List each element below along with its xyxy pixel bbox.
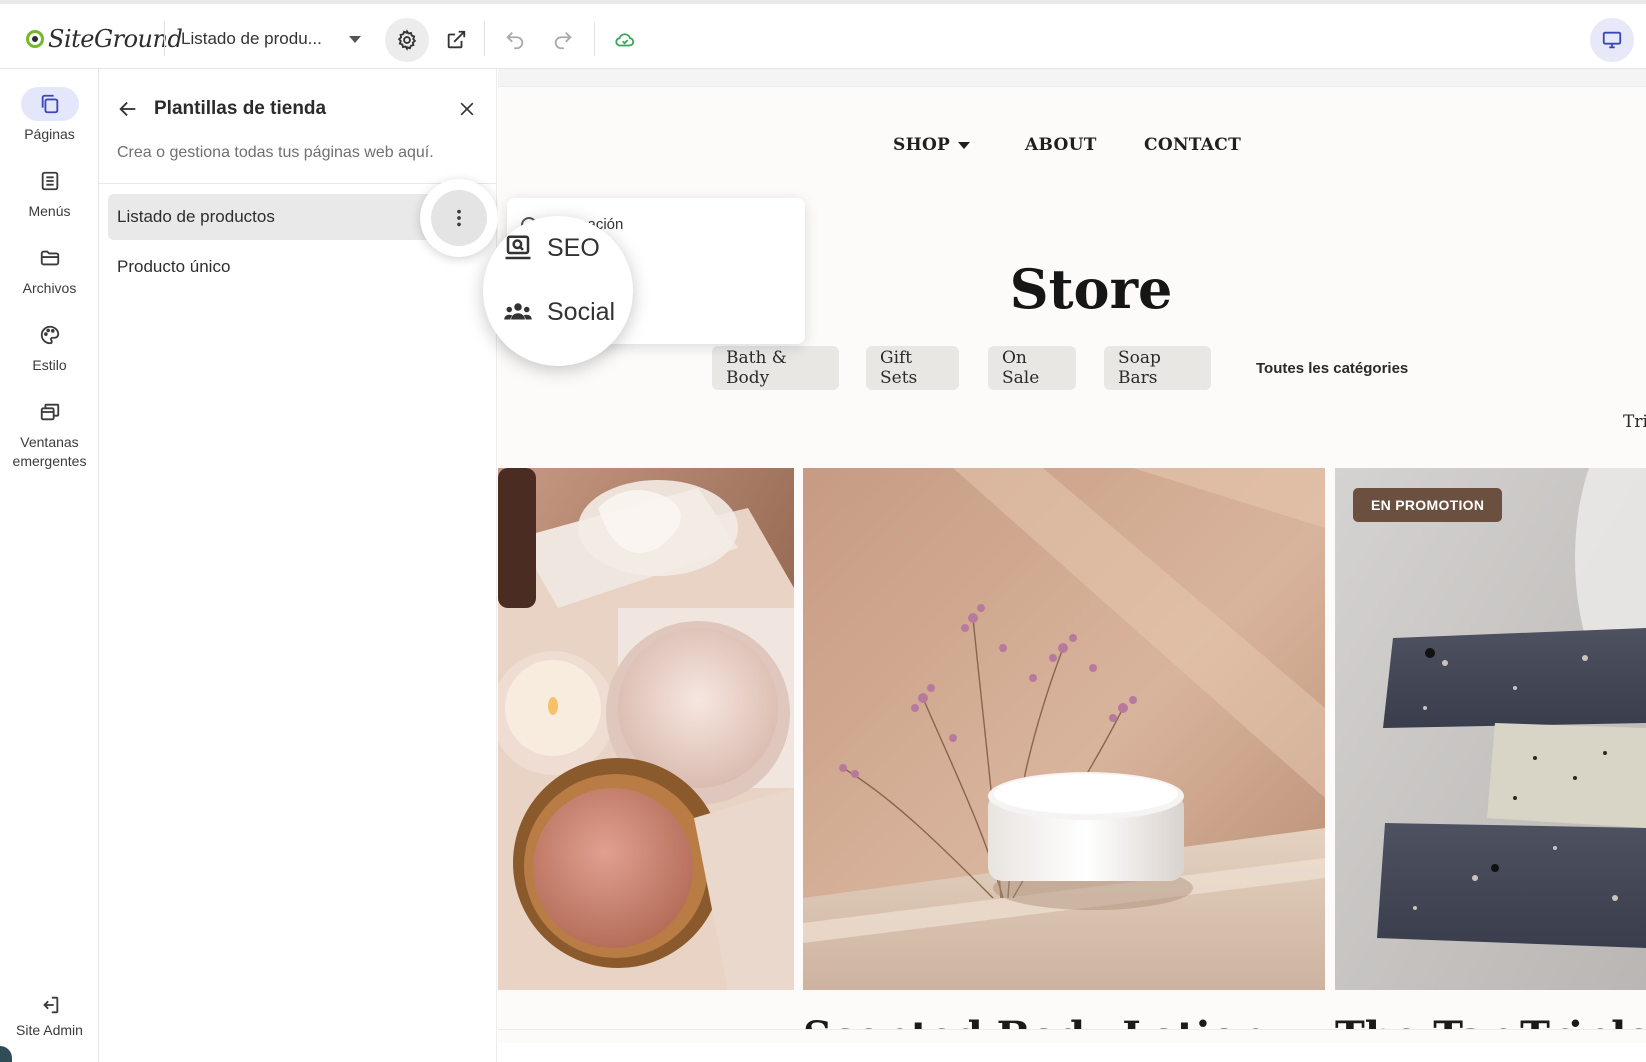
page-selector-label: Listado de produ... [181, 29, 322, 48]
site-admin-button[interactable]: Site Admin [0, 994, 99, 1038]
undo-icon [506, 32, 524, 50]
rail-label: Estilo [32, 357, 67, 373]
panel-header: Plantillas de tienda [99, 89, 497, 129]
preview-bottom-edge [498, 1029, 1646, 1043]
kebab-menu-icon [457, 209, 461, 227]
body-lotion-photo [803, 468, 1325, 990]
zoom-magnifier-callout: SEO Social [483, 216, 633, 366]
category-chip-soap-bars[interactable]: Soap Bars [1104, 346, 1211, 390]
template-item-label: Producto único [117, 257, 231, 276]
menu-item-seo-label: SEO [547, 233, 600, 262]
store-templates-panel: Plantillas de tienda Crea o gestiona tod… [99, 69, 498, 1062]
undo-button[interactable] [493, 18, 537, 62]
menu-item-social[interactable]: Social [503, 297, 615, 327]
rail-label: Ventanas emergentes [12, 434, 87, 469]
rail-icon-wrap [20, 87, 79, 121]
template-item-label: Listado de productos [117, 207, 275, 226]
product-image-scented-body-lotion[interactable] [803, 468, 1325, 990]
menu-item-seo[interactable]: SEO [503, 233, 600, 263]
redo-button[interactable] [541, 18, 585, 62]
toolbar-divider [594, 22, 595, 56]
external-link-icon [447, 30, 466, 49]
preview-top-strip [498, 69, 1646, 87]
palette-icon [40, 325, 59, 345]
menu-item-social-label: Social [547, 297, 616, 326]
arrow-left-icon [119, 101, 136, 117]
close-icon [460, 102, 474, 116]
tar-soap-photo [1335, 468, 1646, 990]
nav-shop-label: SHOP [893, 135, 951, 155]
rail-icon-wrap [21, 241, 79, 275]
rail-item-popups[interactable]: Ventanas emergentes [0, 395, 99, 471]
desktop-view-button[interactable] [1590, 18, 1634, 62]
left-rail: Páginas Menús Archivos Estilo Ventanas e… [0, 69, 99, 1062]
gift-box-photo [498, 468, 794, 990]
nav-about[interactable]: ABOUT [1025, 135, 1097, 155]
site-admin-label: Site Admin [16, 1022, 83, 1038]
category-chip-gift-sets[interactable]: Gift Sets [866, 346, 959, 390]
rail-item-menus[interactable]: Menús [0, 164, 99, 221]
rail-label: Páginas [24, 126, 75, 142]
rail-item-pages[interactable]: Páginas [0, 87, 99, 144]
back-button[interactable] [114, 95, 142, 123]
cloud-check-icon [615, 33, 635, 47]
social-group-icon [504, 303, 532, 320]
template-item-product-listing[interactable]: Listado de productos [108, 194, 438, 240]
chevron-down-icon [958, 142, 971, 149]
promotion-badge: EN PROMOTION [1353, 488, 1503, 522]
toolbar-divider [484, 22, 485, 56]
rail-item-style[interactable]: Estilo [0, 318, 99, 375]
popups-icon [40, 403, 59, 421]
logout-icon [42, 996, 58, 1014]
toolbar-divider [164, 22, 165, 56]
panel-title: Plantillas de tienda [154, 98, 327, 119]
nav-contact[interactable]: CONTACT [1144, 135, 1241, 155]
seo-search-icon [505, 235, 531, 260]
cloud-save-status[interactable] [603, 18, 647, 62]
page-settings-button[interactable] [385, 18, 429, 62]
monitor-icon [1602, 31, 1622, 49]
product-image-tar-triplet[interactable]: EN PROMOTION [1335, 468, 1646, 990]
rail-label: Menús [28, 203, 71, 219]
more-options-button[interactable] [420, 179, 498, 257]
category-chip-bath-body[interactable]: Bath & Body [712, 346, 839, 390]
nav-shop[interactable]: SHOP [893, 135, 971, 155]
chevron-down-icon [349, 36, 361, 43]
open-external-button[interactable] [434, 18, 478, 62]
siteground-logo[interactable]: SiteGround [26, 22, 183, 56]
brand-name: SiteGround [48, 25, 183, 53]
category-chip-on-sale[interactable]: On Sale [988, 346, 1076, 390]
redo-icon [554, 32, 572, 50]
rail-icon-wrap [21, 395, 79, 429]
sort-dropdown-partial[interactable]: Tri [1623, 412, 1646, 432]
siteground-logo-mark-icon [26, 30, 44, 48]
app-window: SiteGround Listado de produ... Páginas M… [0, 0, 1646, 1062]
top-toolbar: SiteGround Listado de produ... [0, 0, 1646, 69]
page-selector[interactable]: Listado de produ... [181, 22, 361, 56]
rail-icon-wrap [21, 164, 79, 198]
rail-icon-wrap [21, 318, 79, 352]
close-panel-button[interactable] [453, 95, 481, 123]
menu-list-icon [41, 171, 58, 191]
product-image-gift-box[interactable] [498, 468, 794, 990]
rail-item-files[interactable]: Archivos [0, 241, 99, 298]
template-item-single-product[interactable]: Producto único [108, 244, 438, 290]
more-options-highlight [431, 190, 487, 246]
panel-divider [99, 183, 497, 184]
gear-icon [397, 29, 417, 51]
panel-description: Crea o gestiona todas tus páginas web aq… [117, 144, 434, 161]
all-categories-link[interactable]: Toutes les catégories [1256, 360, 1408, 377]
rail-label: Archivos [22, 280, 77, 296]
folder-icon [40, 250, 59, 266]
pages-icon [41, 94, 58, 114]
